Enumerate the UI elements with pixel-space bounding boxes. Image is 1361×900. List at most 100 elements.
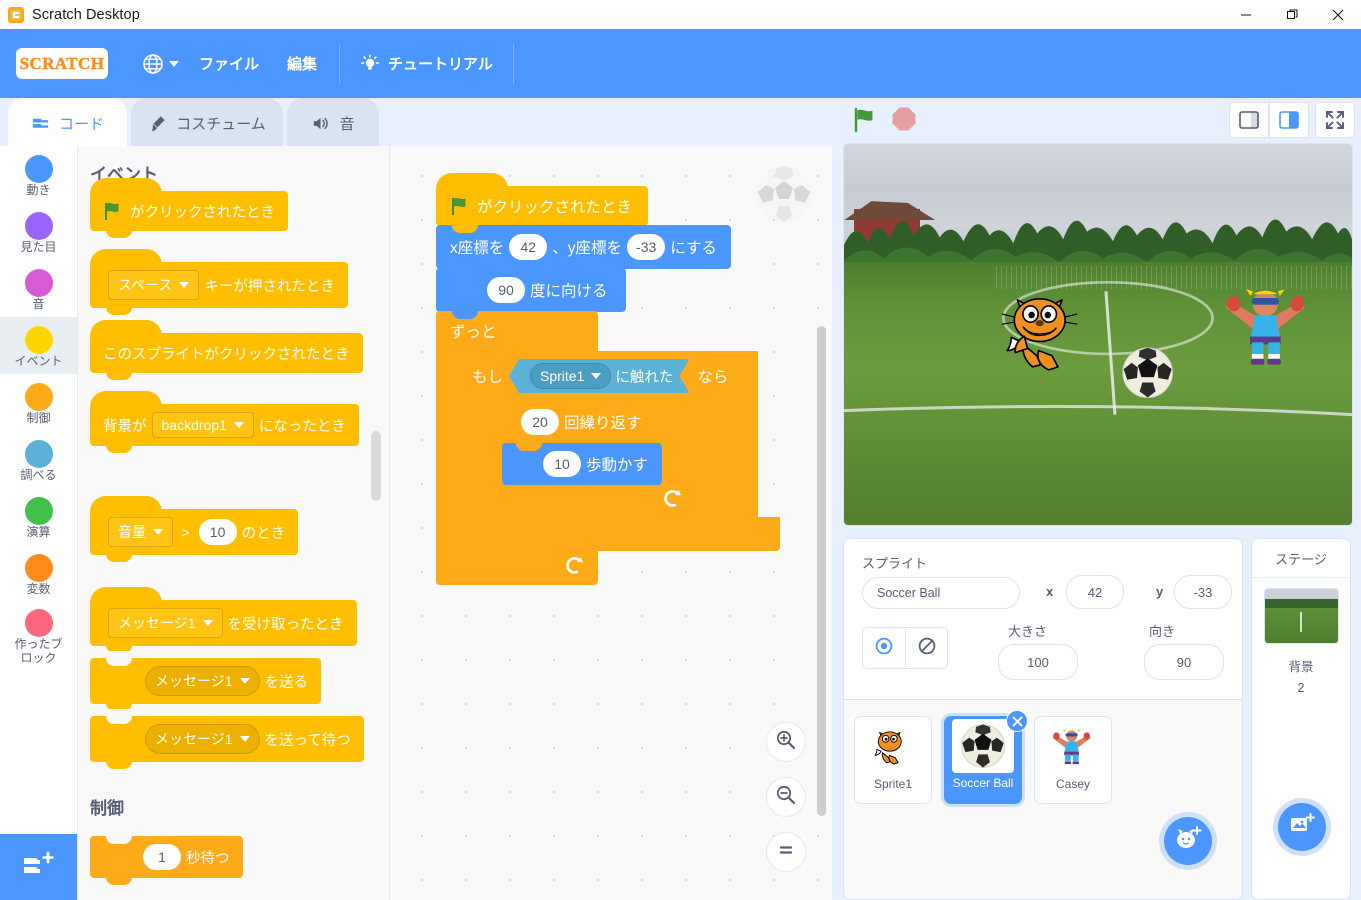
move-steps-input[interactable]: 10 [543, 451, 581, 477]
loudness-threshold-input[interactable]: 10 [198, 519, 237, 545]
block-palette[interactable]: イベント がクリックされたとき スペース キーが押されたとき このスプライトがク… [78, 146, 389, 900]
size-label: 大きさ [1008, 624, 1048, 639]
script-block-goto-xy[interactable]: x座標を 42 、y座標を -33 にする [436, 225, 731, 269]
repeat-block-footer [480, 485, 696, 517]
large-stage-button[interactable] [1269, 102, 1309, 138]
repeat-count-input[interactable]: 20 [521, 409, 559, 435]
menu-item-file[interactable]: ファイル [185, 47, 273, 80]
block-notch [106, 658, 132, 666]
show-sprite-button[interactable] [863, 628, 905, 668]
category-color-dot [24, 497, 53, 526]
palette-block-when-backdrop-switches[interactable]: 背景が backdrop1 になったとき [90, 391, 359, 453]
category-control[interactable]: 制御 [0, 374, 77, 431]
script-block-touching[interactable]: Sprite1 に触れた [509, 359, 689, 393]
sprite-name-input[interactable]: Soccer Ball [862, 577, 1020, 609]
script-block-when-flag-clicked[interactable]: がクリックされたとき [436, 173, 649, 233]
category-sound[interactable]: 音 [0, 260, 77, 317]
zoom-out-button[interactable] [766, 777, 806, 817]
sprite-card-soccer-ball[interactable]: Soccer Ball [944, 710, 1028, 804]
tab-costumes[interactable]: コスチューム [131, 98, 283, 148]
category-color-dot [24, 440, 53, 469]
goto-x-input[interactable]: 42 [509, 234, 548, 260]
sprite-card-sprite1[interactable]: Sprite1 [854, 716, 932, 804]
block-notch [106, 716, 132, 724]
speaker-icon [311, 114, 330, 133]
touching-target-value: Sprite1 [540, 368, 585, 384]
category-variables[interactable]: 変数 [0, 545, 77, 602]
tab-sounds[interactable]: 音 [287, 98, 379, 148]
zoom-out-icon [775, 784, 797, 811]
direction-input[interactable]: 90 [487, 277, 525, 303]
small-stage-button[interactable] [1229, 102, 1269, 138]
loudness-dropdown[interactable]: 音量 [108, 517, 173, 547]
menu-item-edit[interactable]: 編集 [273, 47, 331, 80]
category-sensing[interactable]: 調べる [0, 431, 77, 488]
palette-block-suffix: を送って待つ [264, 732, 351, 749]
casey-thumb [1045, 722, 1101, 774]
workspace-vertical-scrollbar[interactable] [817, 326, 826, 816]
category-looks[interactable]: 見た目 [0, 203, 77, 260]
message-dropdown[interactable]: メッセージ1 [108, 608, 223, 638]
script-block-point-direction[interactable]: 90 度に向ける [436, 268, 626, 312]
broadcast-wait-message-dropdown[interactable]: メッセージ1 [145, 724, 260, 754]
touching-target-dropdown[interactable]: Sprite1 [530, 363, 611, 389]
add-extension-button[interactable] [0, 834, 77, 900]
palette-scrollbar[interactable] [371, 146, 381, 900]
stage-sprite-scratch-cat[interactable] [996, 281, 1098, 388]
sprite-card-casey[interactable]: Casey [1034, 716, 1112, 804]
stage-sprite-casey[interactable] [1220, 266, 1317, 392]
chevron-down-icon [591, 373, 601, 379]
language-menu[interactable] [136, 49, 185, 79]
category-events[interactable]: イベント [0, 317, 77, 374]
stage-and-sprite-panel: スプライト Soccer Ball x 42 y -33 大きさ 100 向き … [832, 98, 1361, 900]
palette-block-broadcast-and-wait[interactable]: メッセージ1 を送って待つ [90, 709, 364, 769]
wait-seconds-input[interactable]: 1 [143, 844, 181, 870]
script-block-if-then[interactable]: もし Sprite1 に触れた なら [458, 351, 758, 401]
maximize-button[interactable] [1269, 0, 1315, 29]
add-backdrop-icon [1289, 812, 1315, 842]
menu-item-tutorials[interactable]: チュートリアル [348, 47, 505, 80]
close-button[interactable] [1315, 0, 1361, 29]
palette-block-when-sprite-clicked[interactable]: このスプライトがクリックされたとき [90, 320, 363, 380]
scratch-logo[interactable]: SCRATCH [16, 48, 108, 79]
palette-block-when-key-pressed[interactable]: スペース キーが押されたとき [90, 249, 348, 315]
goto-y-input[interactable]: -33 [627, 234, 666, 260]
sprite-x-input[interactable]: 42 [1066, 575, 1124, 609]
sprite-direction-input[interactable]: 90 [1144, 644, 1224, 680]
broadcast-message-dropdown[interactable]: メッセージ1 [145, 666, 260, 696]
backdrop-dropdown[interactable]: backdrop1 [151, 412, 254, 438]
tab-code[interactable]: コード [8, 98, 127, 148]
code-workspace[interactable]: がクリックされたとき x座標を 42 、y座標を -33 にする 90 度に向け… [389, 146, 832, 900]
stage-sprite-soccer-ball[interactable] [1121, 346, 1174, 399]
script-block-repeat[interactable]: 20 回繰り返す [480, 401, 696, 443]
minimize-button[interactable] [1223, 0, 1269, 29]
backdrop-thumbnail[interactable] [1263, 588, 1339, 644]
palette-block-broadcast[interactable]: メッセージ1 を送る [90, 651, 322, 711]
zoom-reset-button[interactable] [766, 832, 806, 872]
sprite-size-input[interactable]: 100 [998, 644, 1078, 680]
script-block-move-steps[interactable]: 10 歩動かす [502, 443, 663, 493]
hide-sprite-button[interactable] [905, 628, 947, 668]
category-my-blocks[interactable]: 作ったブロック [0, 602, 77, 668]
fullscreen-button[interactable] [1315, 102, 1355, 138]
script-block-forever[interactable]: ずっと [436, 311, 598, 351]
backdrop-dropdown-value: backdrop1 [161, 417, 227, 433]
stage-canvas[interactable] [843, 143, 1353, 526]
zoom-in-button[interactable] [766, 722, 806, 762]
add-sprite-button[interactable] [1164, 817, 1212, 865]
palette-block-wait-seconds[interactable]: 1 秒待つ [90, 829, 243, 885]
palette-block-when-greater-than[interactable]: 音量 > 10 のとき [90, 496, 299, 562]
add-backdrop-button[interactable] [1278, 803, 1326, 851]
window-title: Scratch Desktop [32, 6, 140, 23]
palette-scrollbar-thumb[interactable] [371, 431, 381, 501]
palette-block-when-flag-clicked[interactable]: がクリックされたとき [90, 178, 288, 238]
category-motion[interactable]: 動き [0, 146, 77, 203]
key-dropdown[interactable]: スペース [108, 270, 200, 300]
category-operators[interactable]: 演算 [0, 488, 77, 545]
green-flag-button[interactable] [851, 106, 879, 139]
palette-block-when-i-receive[interactable]: メッセージ1 を受け取ったとき [90, 587, 357, 653]
delete-sprite-badge[interactable] [1006, 710, 1028, 732]
sprite-y-input[interactable]: -33 [1174, 575, 1232, 609]
sprite-card-name: Casey [1055, 777, 1090, 791]
stop-button[interactable] [891, 106, 917, 137]
